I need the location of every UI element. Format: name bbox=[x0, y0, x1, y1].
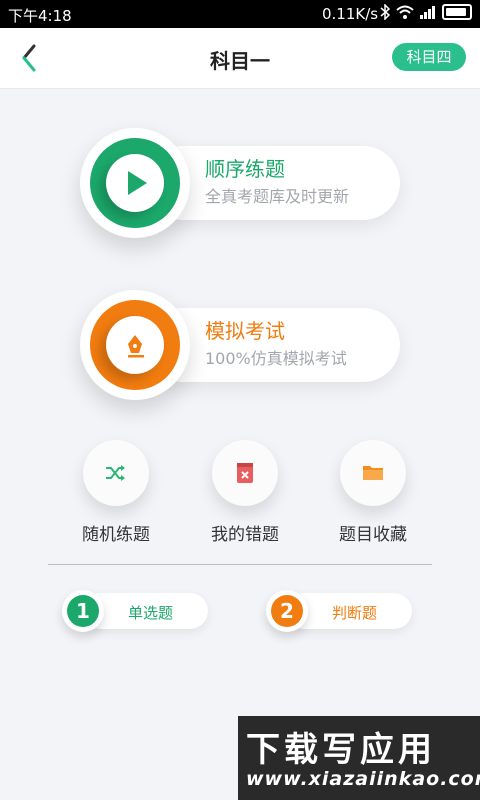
qtype-number-badge: 2 bbox=[266, 590, 308, 632]
shuffle-icon bbox=[106, 465, 125, 481]
tool-circle bbox=[83, 440, 149, 506]
status-time: 下午4:18 bbox=[8, 7, 72, 25]
card-subtitle: 全真考题库及时更新 bbox=[205, 187, 350, 206]
card-subtitle: 100%仿真模拟考试 bbox=[205, 349, 347, 368]
tool-label: 我的错题 bbox=[211, 525, 279, 545]
tool-circle bbox=[340, 440, 406, 506]
status-icons bbox=[380, 4, 472, 20]
single-choice-button[interactable]: 1 单选题 bbox=[62, 590, 212, 632]
card-circle bbox=[80, 290, 190, 400]
network-speed: 0.11K/s bbox=[322, 5, 379, 23]
card-title: 模拟考试 bbox=[205, 319, 285, 343]
wrong-questions-button[interactable]: 我的错题 bbox=[200, 440, 290, 545]
tool-circle bbox=[212, 440, 278, 506]
qtype-number: 1 bbox=[67, 595, 99, 627]
true-false-button[interactable]: 2 判断题 bbox=[266, 590, 416, 632]
watermark-title: 下载写应用 bbox=[246, 730, 436, 770]
tool-label: 题目收藏 bbox=[339, 525, 407, 545]
sequential-practice-card[interactable]: 顺序练题 全真考题库及时更新 bbox=[80, 128, 400, 238]
bluetooth-icon bbox=[380, 4, 390, 20]
watermark-url: www.xiazaiinkao.com bbox=[246, 768, 480, 790]
qtype-label: 单选题 bbox=[128, 604, 174, 622]
qtype-number: 2 bbox=[271, 595, 303, 627]
card-circle bbox=[80, 128, 190, 238]
qtype-label: 判断题 bbox=[332, 604, 378, 622]
pen-icon bbox=[106, 316, 164, 374]
site-watermark: 下载写应用 www.xiazaiinkao.com bbox=[238, 716, 480, 800]
qtype-number-badge: 1 bbox=[62, 590, 104, 632]
status-bar: 下午4:18 0.11K/s bbox=[0, 0, 480, 28]
card-title: 顺序练题 bbox=[205, 157, 285, 181]
wifi-icon bbox=[396, 5, 414, 19]
battery-icon bbox=[442, 4, 472, 20]
signal-icon bbox=[420, 6, 435, 19]
favorites-button[interactable]: 题目收藏 bbox=[328, 440, 418, 545]
section-divider bbox=[48, 564, 432, 565]
mock-exam-card[interactable]: 模拟考试 100%仿真模拟考试 bbox=[80, 290, 400, 400]
folder-icon bbox=[363, 466, 383, 480]
random-practice-button[interactable]: 随机练题 bbox=[71, 440, 161, 545]
header-bar: 科目一 科目四 bbox=[0, 28, 480, 89]
switch-subject-button[interactable]: 科目四 bbox=[392, 43, 466, 71]
wrong-book-icon bbox=[237, 463, 253, 483]
play-icon bbox=[106, 154, 164, 212]
tool-label: 随机练题 bbox=[82, 525, 150, 545]
